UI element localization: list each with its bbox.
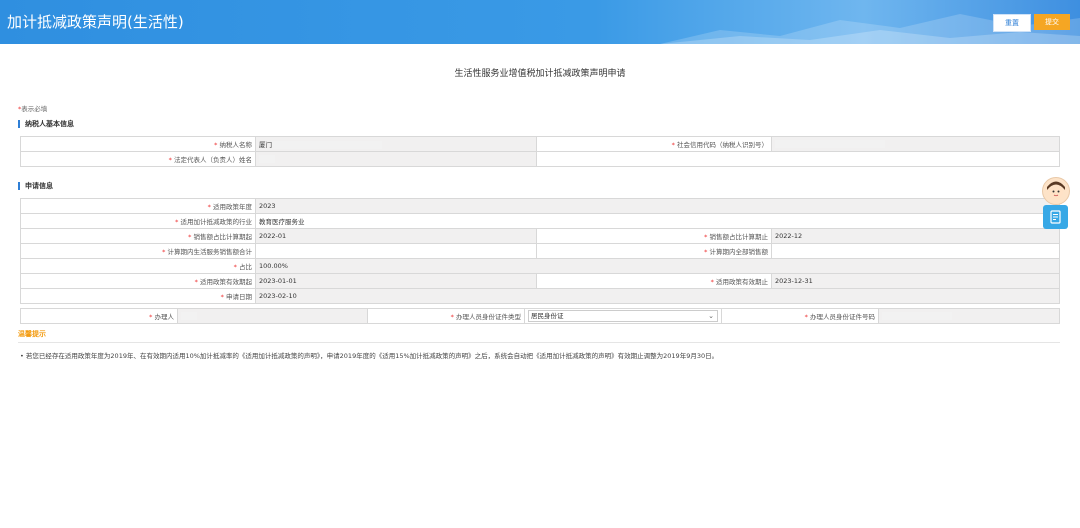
agent-info-table: * 办理人 * 办理人员身份证件类型 居民身份证 ⌄ * 办理人员身份证件号码 bbox=[20, 308, 1060, 324]
valid-end-label: * 适用政策有效期止 bbox=[536, 273, 772, 289]
tip-text: 若您已经存在适用政策年度为2019年、在有效期内适用10%加计抵减率的《适用加计… bbox=[25, 352, 719, 360]
masked-value bbox=[181, 312, 197, 320]
industry-field[interactable]: 教育医疗服务业 bbox=[255, 213, 1060, 229]
section-basic-info: 纳税人基本信息 bbox=[18, 120, 74, 128]
id-type-label: * 办理人员身份证件类型 bbox=[367, 308, 525, 324]
agent-field[interactable] bbox=[177, 308, 368, 324]
ratio-end-field[interactable]: 2022-12 bbox=[771, 228, 1060, 244]
table-row: * 法定代表人（负责人）姓名 bbox=[20, 151, 1060, 167]
valid-start-label: * 适用政策有效期起 bbox=[20, 273, 256, 289]
chevron-down-icon: ⌄ bbox=[708, 312, 714, 320]
credit-code-label: * 社会信用代码（纳税人识别号） bbox=[536, 136, 772, 152]
form-icon[interactable] bbox=[1043, 205, 1068, 229]
section-apply-info: 申请信息 bbox=[18, 182, 53, 190]
id-no-field[interactable] bbox=[878, 308, 1060, 324]
assistant-avatar-icon[interactable] bbox=[1042, 177, 1070, 205]
document-icon bbox=[1049, 209, 1061, 224]
legal-rep-label: * 法定代表人（负责人）姓名 bbox=[20, 151, 256, 167]
ratio-label: * 占比 bbox=[20, 258, 256, 274]
valid-start-field[interactable]: 2023-01-01 bbox=[255, 273, 537, 289]
taxpayer-name-field[interactable]: 厦门 bbox=[255, 136, 537, 152]
agent-label: * 办理人 bbox=[20, 308, 178, 324]
required-note: *表示必填 bbox=[18, 103, 47, 113]
divider bbox=[18, 342, 1060, 343]
table-row: * 申请日期 2023-02-10 bbox=[20, 288, 1060, 304]
app-header: 加计抵减政策声明(生活性) 重置 提交 bbox=[0, 0, 1080, 44]
apply-date-label: * 申请日期 bbox=[20, 288, 256, 304]
masked-value bbox=[259, 155, 275, 163]
tips-title: 温馨提示 bbox=[18, 330, 46, 338]
submit-button[interactable]: 提交 bbox=[1034, 14, 1070, 30]
masked-value bbox=[272, 141, 382, 149]
table-row: * 占比 100.00% bbox=[20, 258, 1060, 274]
required-note-text: 表示必填 bbox=[21, 105, 48, 113]
table-row: * 纳税人名称 厦门 * 社会信用代码（纳税人识别号） bbox=[20, 136, 1060, 152]
id-no-label: * 办理人员身份证件号码 bbox=[721, 308, 879, 324]
table-row: * 适用政策年度 2023 bbox=[20, 198, 1060, 214]
legal-rep-field[interactable] bbox=[255, 151, 537, 167]
service-sales-label: * 计算期内生活服务销售额合计 bbox=[20, 243, 256, 259]
apply-info-table: * 适用政策年度 2023 * 适用加计抵减政策的行业 教育医疗服务业 * 销售… bbox=[20, 198, 1060, 304]
table-row: * 适用加计抵减政策的行业 教育医疗服务业 bbox=[20, 213, 1060, 229]
tip-item: • 若您已经存在适用政策年度为2019年、在有效期内适用10%加计抵减率的《适用… bbox=[20, 350, 718, 360]
year-label: * 适用政策年度 bbox=[20, 198, 256, 214]
masked-value bbox=[882, 312, 952, 320]
ratio-end-label: * 销售额占比计算期止 bbox=[536, 228, 772, 244]
page-title: 生活性服务业增值税加计抵减政策声明申请 bbox=[454, 69, 626, 79]
masked-value bbox=[775, 140, 885, 148]
ratio-start-label: * 销售额占比计算期起 bbox=[20, 228, 256, 244]
taxpayer-name-label: * 纳税人名称 bbox=[20, 136, 256, 152]
id-type-dropdown[interactable]: 居民身份证 ⌄ bbox=[528, 310, 718, 322]
service-sales-field[interactable] bbox=[255, 243, 537, 259]
valid-end-field[interactable]: 2023-12-31 bbox=[771, 273, 1060, 289]
ratio-start-field[interactable]: 2022-01 bbox=[255, 228, 537, 244]
basic-info-table: * 纳税人名称 厦门 * 社会信用代码（纳税人识别号） * 法定代表人（负责人）… bbox=[20, 136, 1060, 167]
total-sales-field[interactable] bbox=[771, 243, 1060, 259]
id-type-select[interactable]: 居民身份证 ⌄ bbox=[524, 308, 722, 324]
credit-code-field[interactable] bbox=[771, 136, 1060, 152]
app-title: 加计抵减政策声明(生活性) bbox=[7, 13, 184, 31]
ratio-field: 100.00% bbox=[255, 258, 1060, 274]
table-row: * 办理人 * 办理人员身份证件类型 居民身份证 ⌄ * 办理人员身份证件号码 bbox=[20, 308, 1060, 324]
empty-cell bbox=[536, 151, 1060, 167]
table-row: * 销售额占比计算期起 2022-01 * 销售额占比计算期止 2022-12 bbox=[20, 228, 1060, 244]
industry-label: * 适用加计抵减政策的行业 bbox=[20, 213, 256, 229]
assistant-face-icon bbox=[1047, 181, 1065, 199]
table-row: * 计算期内生活服务销售额合计 * 计算期内全部销售额 bbox=[20, 243, 1060, 259]
year-field[interactable]: 2023 bbox=[255, 198, 1060, 214]
table-row: * 适用政策有效期起 2023-01-01 * 适用政策有效期止 2023-12… bbox=[20, 273, 1060, 289]
total-sales-label: * 计算期内全部销售额 bbox=[536, 243, 772, 259]
bullet: • bbox=[20, 352, 24, 360]
reset-button[interactable]: 重置 bbox=[993, 14, 1031, 32]
apply-date-field: 2023-02-10 bbox=[255, 288, 1060, 304]
